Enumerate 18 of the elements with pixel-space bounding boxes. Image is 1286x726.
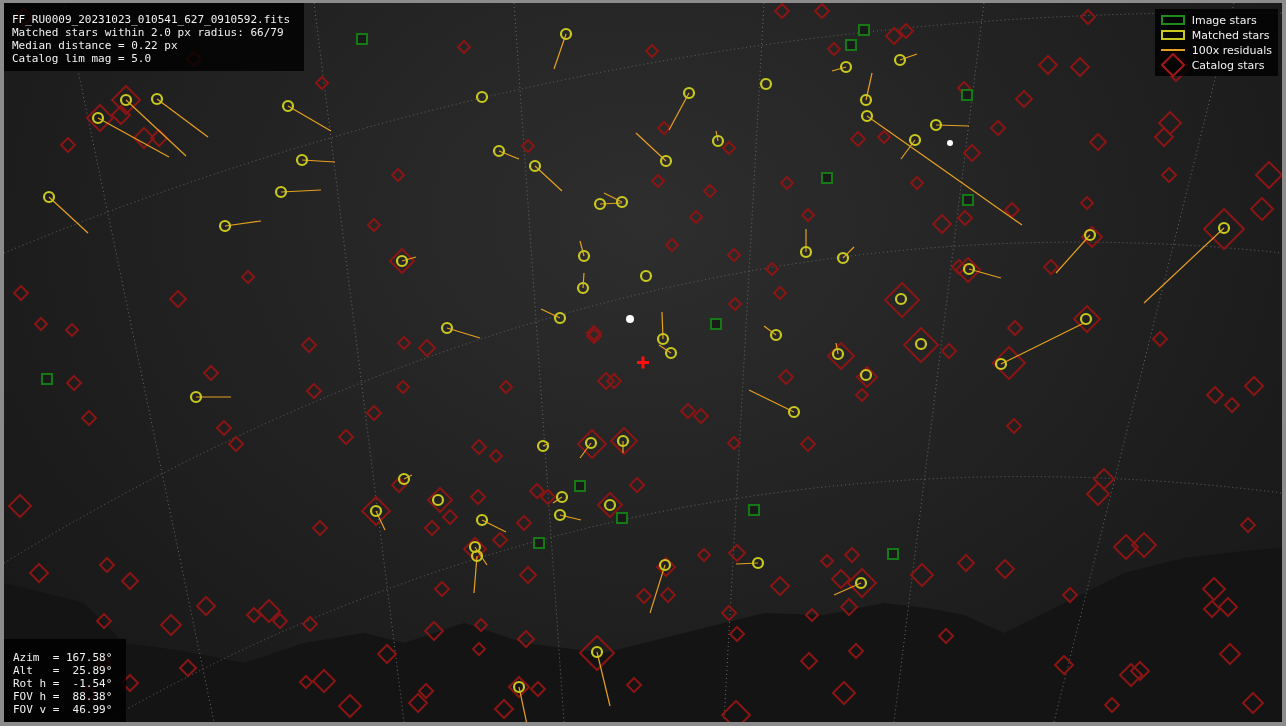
matched-star-rectangle-icon [1160, 30, 1185, 40]
image-star-rectangle-icon [1160, 15, 1185, 25]
legend-label: Image stars [1191, 13, 1257, 27]
legend-label: Matched stars [1191, 28, 1270, 42]
legend-label: Catalog stars [1191, 58, 1265, 72]
pointing-text: FOV h = 88.38° [13, 690, 113, 703]
pointing-text: Rot h = -1.54° [13, 677, 113, 690]
info-text: Matched stars within 2.0 px radius: 66/79 [12, 26, 285, 39]
pointing-text: Azim = 167.58° [13, 651, 113, 664]
legend-label: 100x residuals [1191, 43, 1272, 57]
info-text: Catalog lim mag = 5.0 [12, 52, 153, 65]
pointing-text: FOV v = 46.99° [13, 703, 113, 716]
info-text: FF_RU0009_20231023_010541_627_0910592.fits [12, 13, 291, 26]
info-text: Median distance = 0.22 px [12, 39, 179, 52]
pointing-text: Alt = 25.89° [13, 664, 113, 677]
residual-line-icon [1160, 49, 1185, 51]
center-cross-icon [637, 356, 649, 369]
diamond-icon [1160, 53, 1185, 77]
